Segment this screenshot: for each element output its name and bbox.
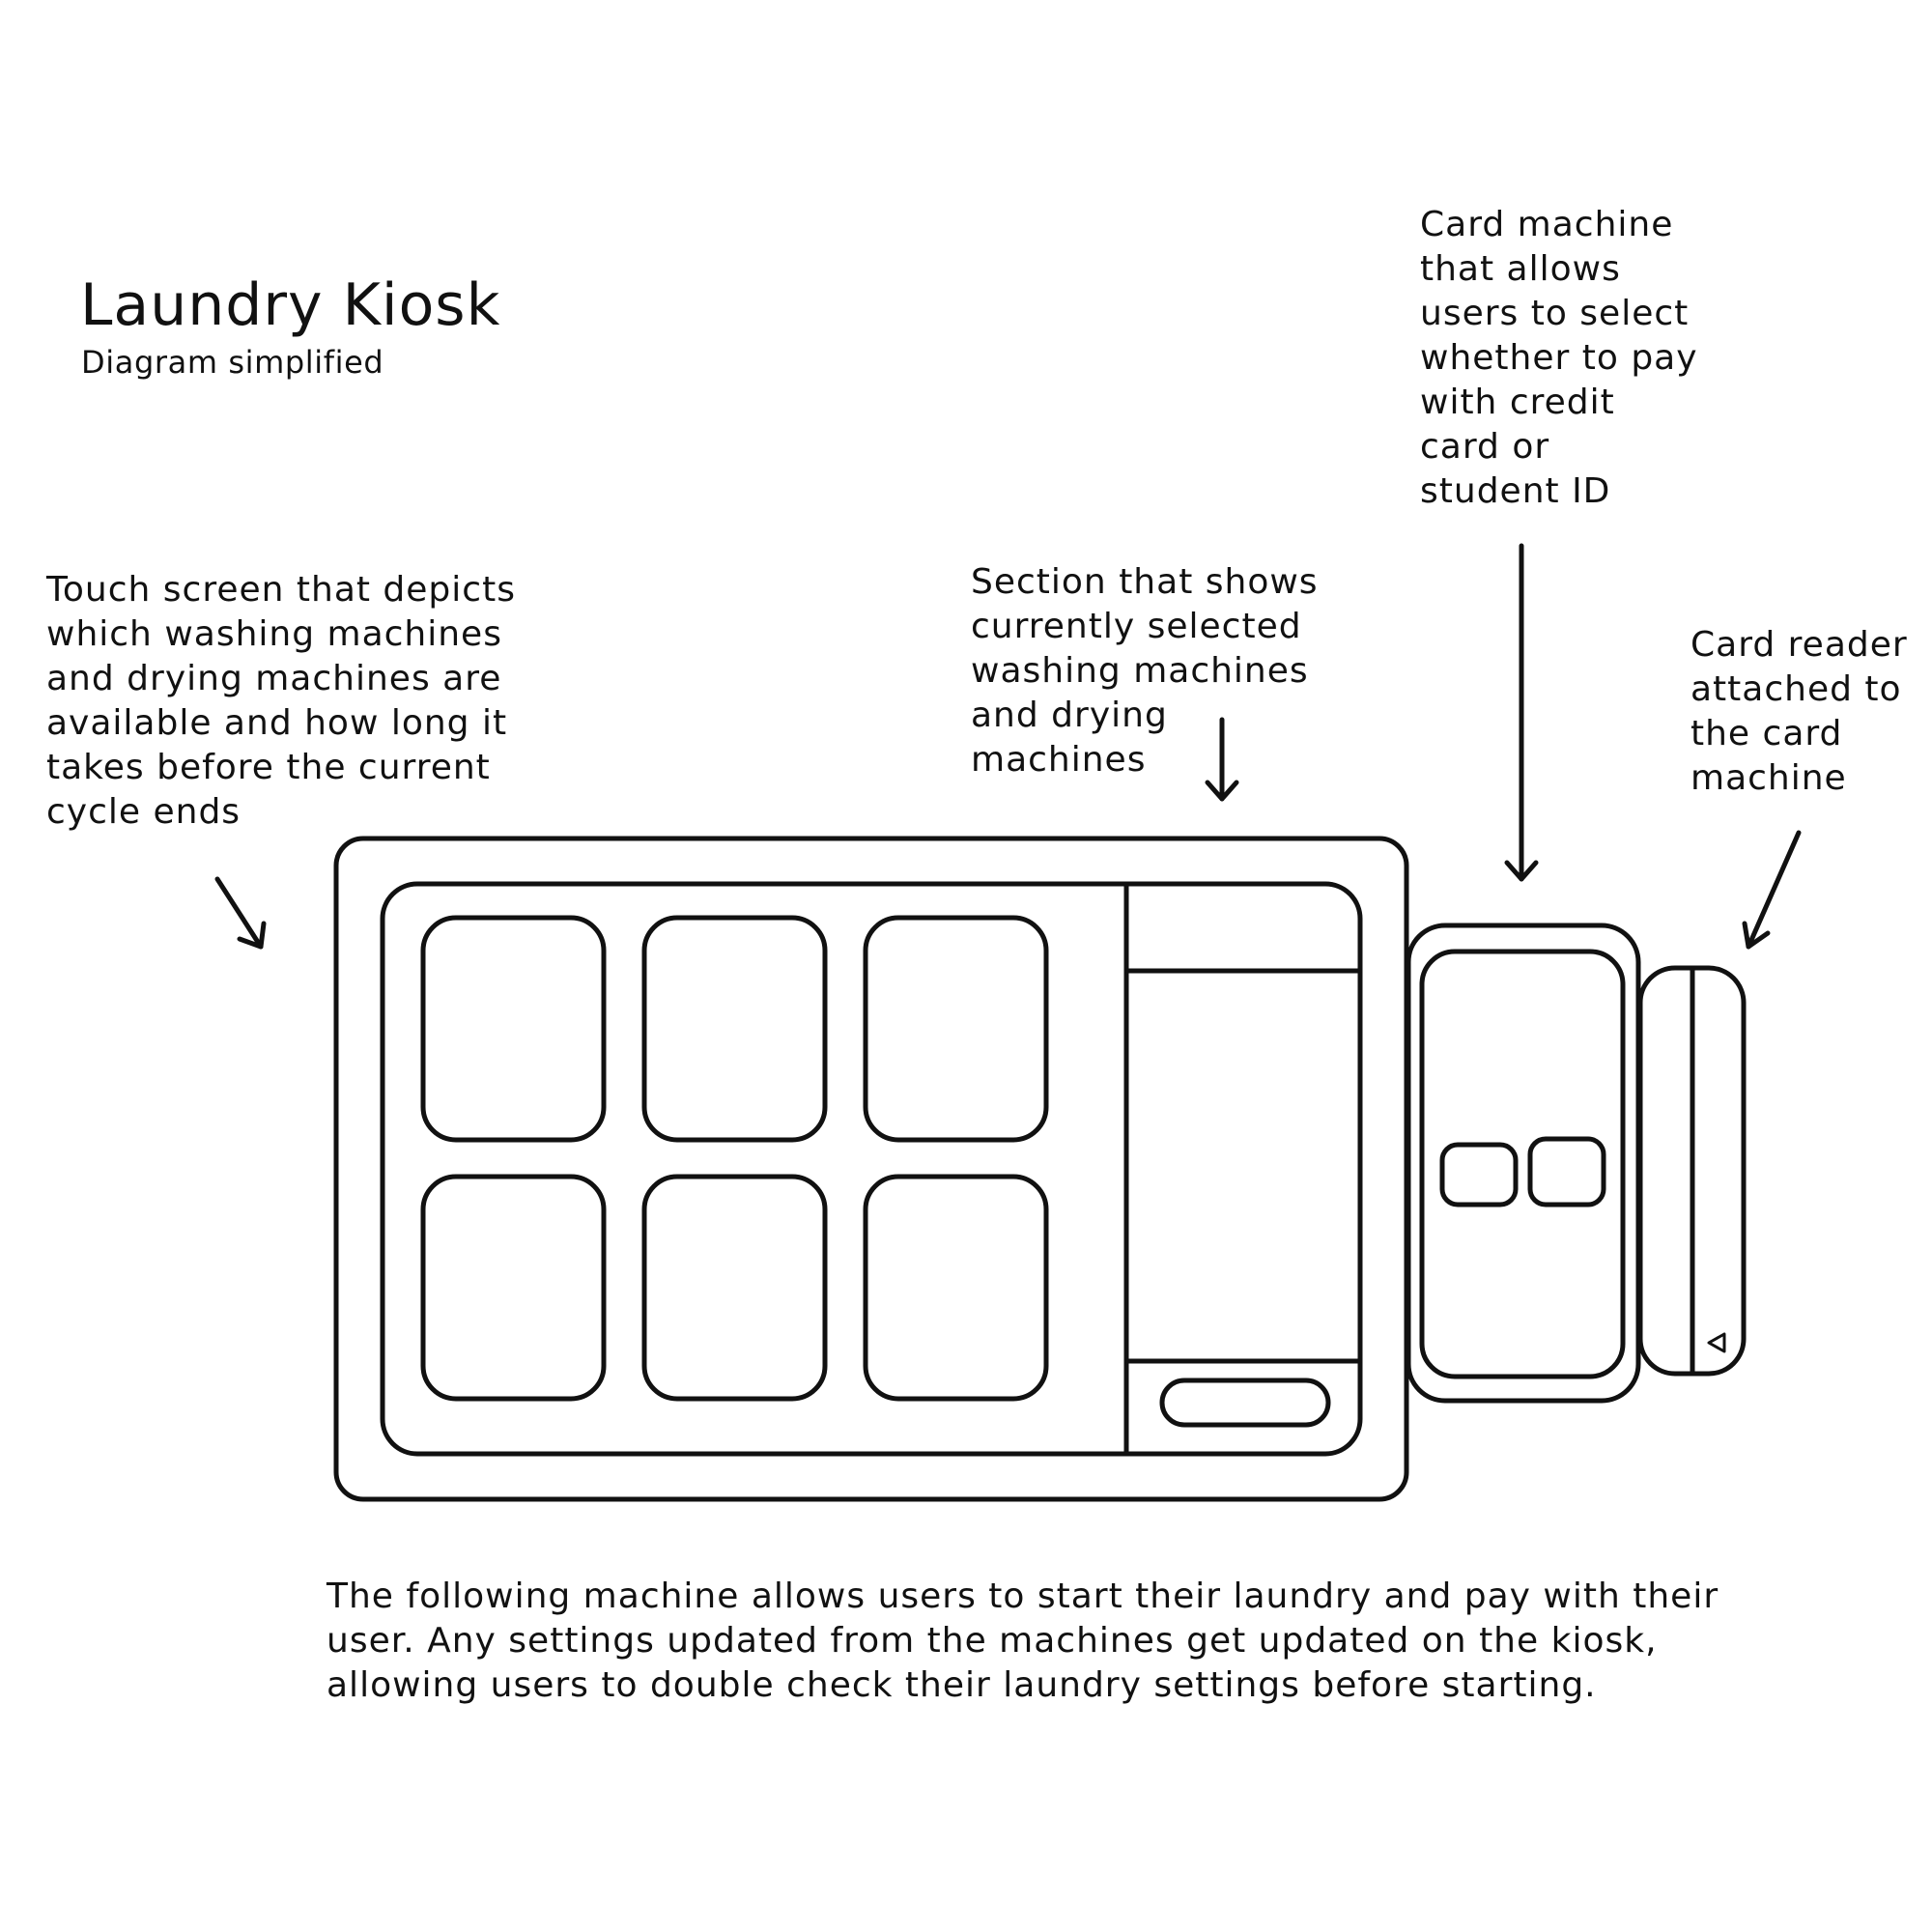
arrow-card-machine — [1504, 543, 1539, 882]
triangle-left-icon — [1707, 1332, 1726, 1353]
credit-card-button[interactable] — [1439, 1142, 1519, 1208]
machine-tile[interactable] — [641, 915, 828, 1143]
arrow-card-reader — [1742, 830, 1802, 950]
diagram-caption: The following machine allows users to st… — [327, 1577, 1719, 1705]
machine-tile[interactable] — [641, 1174, 828, 1402]
student-id-button[interactable] — [1527, 1136, 1606, 1208]
machine-tile[interactable] — [420, 1174, 607, 1402]
start-button[interactable] — [1159, 1378, 1331, 1428]
arrow-selected-section — [1205, 717, 1239, 802]
arrow-touch-screen — [214, 876, 267, 950]
machine-tile[interactable] — [420, 915, 607, 1143]
machine-tile[interactable] — [863, 915, 1049, 1143]
machine-tile[interactable] — [863, 1174, 1049, 1402]
card-machine-screen — [1419, 949, 1626, 1379]
